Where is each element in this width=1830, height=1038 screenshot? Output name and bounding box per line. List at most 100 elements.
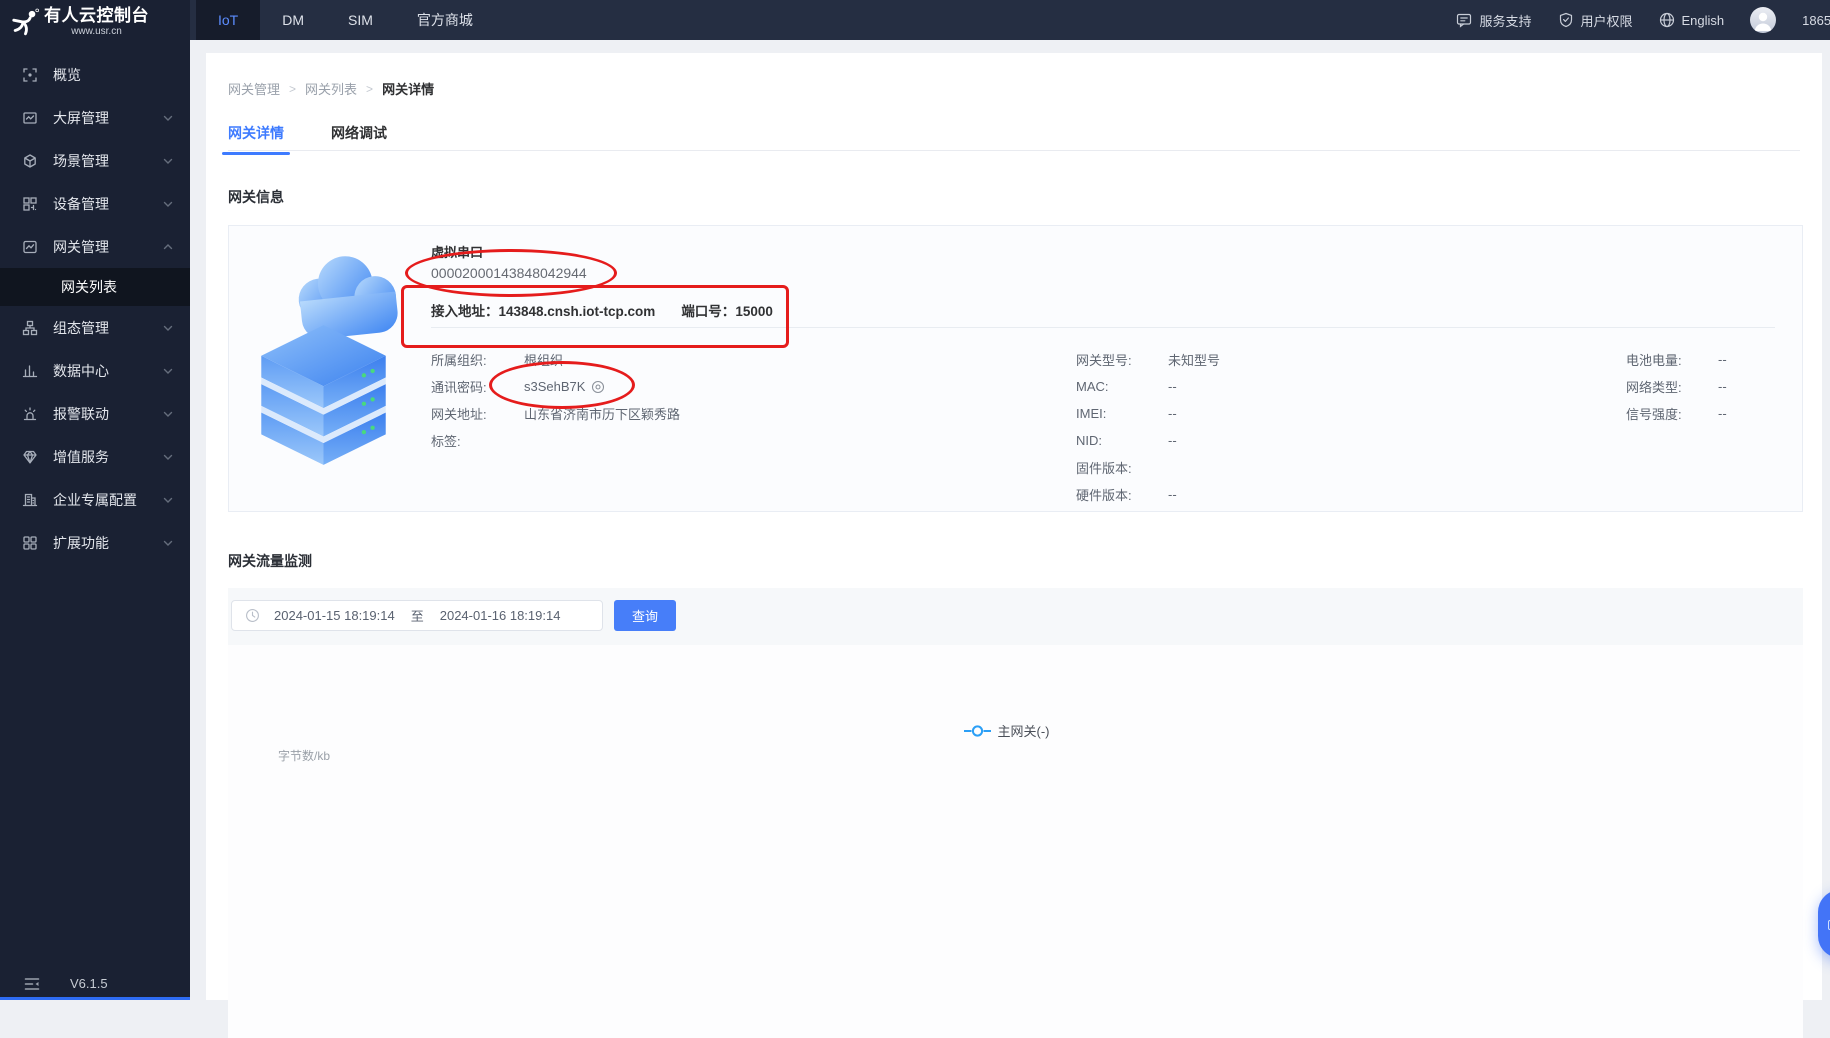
field-value: -- — [1168, 406, 1177, 421]
field-value: -- — [1718, 379, 1727, 394]
traffic-chart: 主网关(-) 字节数/kb — [228, 645, 1803, 1038]
sidebar-item-alarm-linkage[interactable]: 报警联动 — [0, 392, 190, 435]
breadcrumb-gateway-detail: 网关详情 — [382, 82, 435, 97]
sidebar-nav: 概览 大屏管理 场景管理 设备管理 网关管理 网关列表 组态管理 数据中心 报警… — [0, 53, 190, 564]
user-permission-label: 用户权限 — [1580, 13, 1633, 29]
shield-icon — [1559, 12, 1572, 28]
field-row-mac: MAC: -- — [1076, 373, 1220, 400]
info-fields-col2: 网关型号: 未知型号 MAC: -- IMEI: -- NID: -- 固件版本… — [1076, 346, 1220, 508]
field-row-comm-password: 通讯密码: s3SehB7K — [431, 373, 680, 400]
traffic-toolbar: 2024-01-15 18:19:14 至 2024-01-16 18:19:1… — [228, 588, 1803, 645]
field-label: 信号强度: — [1626, 407, 1682, 422]
language-label: English — [1681, 12, 1725, 28]
version-label: V6.1.5 — [70, 976, 108, 991]
sidebar-item-label: 大屏管理 — [53, 109, 109, 126]
brand-title: 有人云控制台 — [44, 6, 149, 25]
page: 有人云控制台 www.usr.cn 概览 大屏管理 场景管理 设备管理 网关管理… — [0, 0, 1830, 1038]
field-label: NID: — [1076, 433, 1102, 448]
chevron-down-icon — [163, 454, 173, 460]
field-label: MAC: — [1076, 379, 1109, 394]
scene-icon — [24, 153, 36, 168]
sidebar-item-screen-management[interactable]: 大屏管理 — [0, 96, 190, 139]
chevron-down-icon — [163, 368, 173, 374]
topnav-tab-sim[interactable]: SIM — [326, 0, 395, 40]
field-label: 网络类型: — [1626, 380, 1682, 395]
legend-line-marker-icon — [963, 724, 991, 737]
field-value: 未知型号 — [1168, 353, 1221, 368]
field-value: -- — [1718, 406, 1727, 421]
port-label: 端口号： — [681, 304, 736, 319]
language-switch[interactable]: English — [1659, 12, 1725, 28]
sidebar-item-overview[interactable]: 概览 — [0, 53, 190, 96]
sidebar-item-label: 增值服务 — [53, 448, 109, 465]
field-row-organization: 所属组织: 根组织 — [431, 346, 680, 373]
service-support-link[interactable]: 服务支持 — [1456, 11, 1532, 30]
sidebar-item-configuration-management[interactable]: 组态管理 — [0, 306, 190, 349]
field-label: 网关型号: — [1076, 353, 1132, 368]
topology-icon — [22, 320, 38, 335]
brand: 有人云控制台 www.usr.cn — [0, 0, 190, 49]
collapse-sidebar-icon[interactable] — [24, 977, 40, 991]
breadcrumb-gateway-list[interactable]: 网关列表 — [305, 79, 357, 98]
sidebar-item-device-management[interactable]: 设备管理 — [0, 182, 190, 225]
alarm-icon — [23, 406, 37, 420]
sidebar-item-data-center[interactable]: 数据中心 — [0, 349, 190, 392]
breadcrumb-separator: > — [366, 81, 374, 96]
topnav-tab-mall[interactable]: 官方商城 — [395, 0, 495, 40]
chevron-down-icon — [163, 497, 173, 503]
date-from-value: 2024-01-15 18:19:14 — [274, 608, 395, 623]
sidebar-item-scene-management[interactable]: 场景管理 — [0, 139, 190, 182]
usr-runner-logo-icon — [12, 8, 39, 36]
enterprise-icon — [22, 493, 38, 506]
chat-icon — [1457, 13, 1472, 28]
device-icon — [23, 196, 37, 211]
sidebar-item-label: 设备管理 — [53, 195, 109, 212]
sidebar-item-label: 报警联动 — [53, 405, 109, 422]
breadcrumb-gateway-management[interactable]: 网关管理 — [228, 79, 280, 98]
date-range-input[interactable]: 2024-01-15 18:19:14 至 2024-01-16 18:19:1… — [231, 600, 603, 631]
avatar[interactable] — [1750, 7, 1777, 33]
chevron-down-icon — [163, 201, 173, 207]
query-button[interactable]: 查询 — [614, 600, 676, 631]
user-permission-link[interactable]: 用户权限 — [1558, 11, 1633, 30]
show-password-eye-icon[interactable] — [591, 380, 605, 394]
field-label: 固件版本: — [1076, 461, 1132, 476]
sidebar-item-label: 场景管理 — [53, 152, 109, 169]
field-row-gateway-model: 网关型号: 未知型号 — [1076, 346, 1220, 373]
account-phone[interactable]: 18653195 — [1802, 13, 1830, 28]
sidebar-item-label: 企业专属配置 — [53, 491, 137, 508]
field-value: -- — [1168, 433, 1177, 448]
brand-subtitle: www.usr.cn — [71, 26, 122, 37]
chevron-down-icon — [163, 158, 173, 164]
field-row-nid: NID: -- — [1076, 427, 1220, 454]
breadcrumb-separator: > — [289, 81, 297, 96]
info-divider — [431, 327, 1775, 328]
field-label: 电池电量: — [1626, 353, 1682, 368]
sidebar-item-gateway-management[interactable]: 网关管理 — [0, 225, 190, 268]
cloud-server-illustration — [261, 256, 398, 465]
topnav-tab-dm[interactable]: DM — [260, 0, 326, 40]
tabs-divider — [228, 150, 1800, 151]
sidebar-item-enterprise-config[interactable]: 企业专属配置 — [0, 478, 190, 521]
sidebar-item-label: 网关管理 — [53, 238, 109, 255]
screen-icon — [23, 111, 37, 124]
sidebar-item-extensions[interactable]: 扩展功能 — [0, 521, 190, 564]
field-row-tags: 标签: — [431, 427, 680, 454]
field-label: 硬件版本: — [1076, 488, 1132, 503]
chart-legend-main-gateway[interactable]: 主网关(-) — [963, 721, 1050, 740]
sidebar-item-value-added-service[interactable]: 增值服务 — [0, 435, 190, 478]
sidebar-item-label: 概览 — [53, 66, 81, 83]
avatar-person-icon — [1754, 12, 1772, 31]
sidebar-item-gateway-list[interactable]: 网关列表 — [0, 268, 190, 306]
field-row-network-type: 网络类型: -- — [1626, 373, 1727, 400]
overview-icon — [23, 67, 37, 82]
sidebar: 有人云控制台 www.usr.cn 概览 大屏管理 场景管理 设备管理 网关管理… — [0, 0, 190, 1000]
field-label: 网关地址: — [431, 407, 487, 422]
legend-label: 主网关(-) — [997, 724, 1050, 739]
field-value: s3SehB7K — [524, 379, 586, 394]
topnav-tab-iot[interactable]: IoT — [196, 0, 261, 40]
breadcrumb: 网关管理 > 网关列表 > 网关详情 — [228, 79, 434, 98]
field-value: 山东省济南市历下区颖秀路 — [524, 407, 681, 422]
info-fields-col1: 所属组织: 根组织 通讯密码: s3SehB7K 网关地址: 山东省济南市历下区… — [431, 346, 680, 454]
sidebar-item-label: 数据中心 — [53, 362, 109, 379]
